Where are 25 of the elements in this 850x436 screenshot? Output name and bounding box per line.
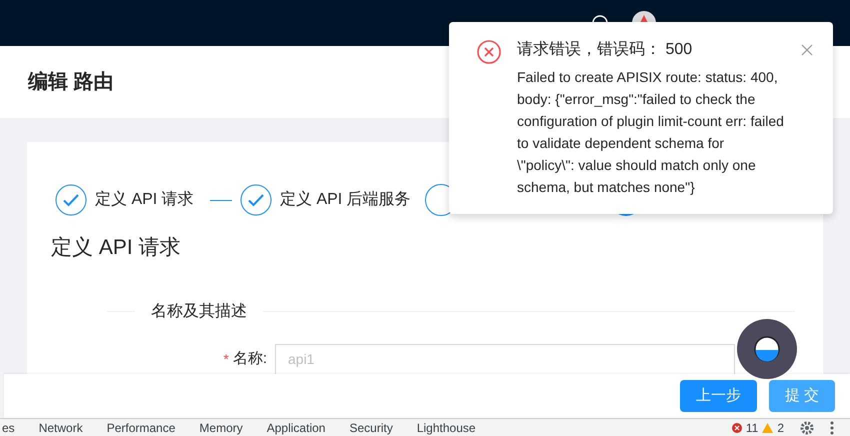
step-label: 定义 API 后端服务: [280, 190, 411, 210]
more-icon[interactable]: [830, 420, 834, 434]
devtools-tab[interactable]: Lighthouse: [416, 418, 476, 436]
step-label: 定义 API 请求: [95, 190, 194, 210]
devtools-tab[interactable]: es: [2, 418, 15, 436]
close-icon[interactable]: [801, 44, 813, 56]
notification-title: 请求错误，错误码： 500: [517, 40, 694, 60]
devtools-tab[interactable]: Memory: [199, 418, 243, 436]
devtools-tab[interactable]: Security: [349, 418, 393, 436]
warning-count: 2: [777, 420, 784, 436]
notification-message: Failed to create APISIX route: status: 400, body: {"error_msg":"failed to check the configuration of plugin limit-count err: failed to validate dependent schema for \"policy\": value should match only one schema, but matches none"}: [517, 68, 785, 197]
half-circle-icon: [754, 336, 780, 362]
warning-icon: [762, 422, 774, 432]
devtools-tab[interactable]: Application: [266, 418, 326, 436]
error-count: 11: [746, 420, 758, 436]
settings-icon[interactable]: [800, 420, 814, 434]
devtools-tab[interactable]: Network: [38, 418, 83, 436]
section-title: 定义 API 请求: [51, 235, 182, 261]
required-mark: *: [223, 350, 229, 369]
error-circle-icon: [477, 40, 501, 64]
page-title: 编辑 路由: [28, 70, 114, 95]
devtools-tab[interactable]: Performance: [106, 418, 176, 436]
error-icon: [732, 422, 742, 432]
field-label: 名称:: [232, 349, 267, 370]
divider-title: 名称及其描述: [151, 302, 247, 322]
